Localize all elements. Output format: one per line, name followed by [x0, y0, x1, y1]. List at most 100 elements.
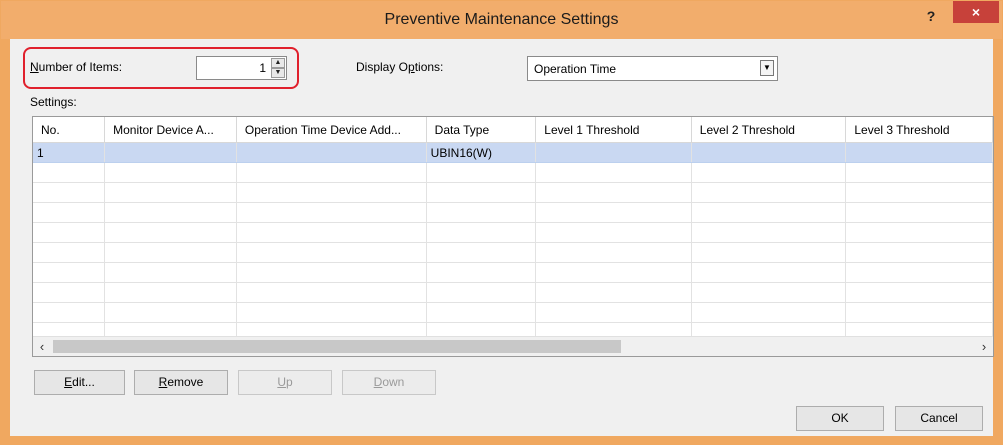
close-button[interactable]: × [953, 1, 999, 23]
column-header[interactable]: No. [33, 117, 106, 143]
table-cell[interactable] [104, 182, 237, 203]
table-cell[interactable] [104, 282, 237, 303]
table-cell[interactable] [426, 262, 537, 283]
number-of-items-value[interactable]: 1 [259, 61, 266, 75]
table-cell[interactable] [535, 262, 692, 283]
table-cell[interactable] [535, 182, 692, 203]
table-cell[interactable] [691, 202, 847, 223]
table-cell[interactable] [426, 182, 537, 203]
table-cell[interactable] [236, 302, 427, 323]
table-cell[interactable] [33, 282, 106, 303]
table-cell[interactable] [535, 142, 692, 163]
table-cell[interactable] [845, 262, 993, 283]
table-cell[interactable] [535, 162, 692, 183]
table-cell[interactable] [104, 302, 237, 323]
table-cell[interactable] [426, 222, 537, 243]
table-cell[interactable] [104, 202, 237, 223]
table-cell[interactable] [845, 222, 993, 243]
table-cell[interactable]: 1 [33, 142, 106, 163]
number-of-items-spinner[interactable]: 1 ▲ ▼ [196, 56, 287, 80]
title-bar[interactable]: Preventive Maintenance Settings ? × [1, 1, 1002, 39]
table-cell[interactable] [236, 282, 427, 303]
table-cell[interactable] [426, 282, 537, 303]
table-row[interactable] [33, 262, 993, 283]
table-cell[interactable] [845, 142, 993, 163]
table-cell[interactable] [236, 262, 427, 283]
table-cell[interactable] [691, 282, 847, 303]
table-cell[interactable] [426, 202, 537, 223]
table-cell[interactable] [535, 222, 692, 243]
spinner-buttons: ▲ ▼ [271, 58, 285, 78]
table-row[interactable] [33, 182, 993, 203]
table-cell[interactable] [104, 242, 237, 263]
column-header[interactable]: Level 2 Threshold [691, 117, 847, 143]
table-cell[interactable] [691, 182, 847, 203]
scrollbar-thumb[interactable] [53, 340, 621, 353]
settings-grid[interactable]: No. Monitor Device A... Operation Time D… [32, 116, 994, 357]
ok-button[interactable]: OK [796, 406, 884, 431]
scroll-right-icon[interactable]: › [975, 337, 993, 356]
dropdown-arrow-icon[interactable]: ▼ [760, 60, 774, 76]
table-cell[interactable] [691, 142, 847, 163]
scroll-left-icon[interactable]: ‹ [33, 337, 51, 356]
table-cell[interactable] [845, 282, 993, 303]
table-cell[interactable] [845, 182, 993, 203]
table-row[interactable] [33, 222, 993, 243]
table-cell[interactable] [33, 242, 106, 263]
table-cell[interactable] [535, 202, 692, 223]
spinner-down-arrow-icon[interactable]: ▼ [271, 68, 285, 78]
table-cell[interactable] [236, 202, 427, 223]
table-cell[interactable] [236, 182, 427, 203]
table-row[interactable] [33, 302, 993, 323]
table-cell[interactable] [426, 302, 537, 323]
remove-button[interactable]: Remove [134, 370, 228, 395]
horizontal-scrollbar[interactable]: ‹ › [33, 336, 993, 356]
table-cell[interactable] [845, 162, 993, 183]
table-cell[interactable] [33, 222, 106, 243]
table-cell[interactable] [845, 242, 993, 263]
table-cell[interactable]: UBIN16(W) [426, 142, 537, 163]
column-header[interactable]: Level 3 Threshold [845, 117, 993, 143]
table-cell[interactable] [691, 242, 847, 263]
table-row[interactable]: 1 UBIN16(W) [33, 142, 993, 163]
table-cell[interactable] [691, 302, 847, 323]
table-cell[interactable] [845, 202, 993, 223]
table-cell[interactable] [104, 162, 237, 183]
table-cell[interactable] [426, 162, 537, 183]
table-row[interactable] [33, 162, 993, 183]
display-options-select[interactable]: Operation Time ▼ [527, 56, 778, 81]
table-cell[interactable] [33, 182, 106, 203]
table-row[interactable] [33, 242, 993, 263]
table-cell[interactable] [236, 242, 427, 263]
table-row[interactable] [33, 202, 993, 223]
table-cell[interactable] [691, 262, 847, 283]
table-cell[interactable] [535, 282, 692, 303]
table-cell[interactable] [426, 242, 537, 263]
up-button[interactable]: Up [238, 370, 332, 395]
table-cell[interactable] [691, 162, 847, 183]
cancel-button[interactable]: Cancel [895, 406, 983, 431]
table-cell[interactable] [236, 162, 427, 183]
column-header[interactable]: Monitor Device A... [104, 117, 237, 143]
table-cell[interactable] [104, 222, 237, 243]
column-header[interactable]: Level 1 Threshold [535, 117, 692, 143]
edit-button[interactable]: Edit... [34, 370, 125, 395]
column-header[interactable]: Data Type [426, 117, 537, 143]
help-button[interactable]: ? [918, 5, 944, 27]
table-cell[interactable] [535, 242, 692, 263]
table-cell[interactable] [691, 222, 847, 243]
table-cell[interactable] [845, 302, 993, 323]
table-cell[interactable] [104, 142, 237, 163]
table-cell[interactable] [33, 162, 106, 183]
table-cell[interactable] [33, 262, 106, 283]
table-cell[interactable] [236, 142, 427, 163]
column-header[interactable]: Operation Time Device Add... [236, 117, 427, 143]
table-cell[interactable] [535, 302, 692, 323]
table-cell[interactable] [33, 302, 106, 323]
spinner-up-arrow-icon[interactable]: ▲ [271, 58, 285, 68]
table-cell[interactable] [236, 222, 427, 243]
table-cell[interactable] [104, 262, 237, 283]
down-button[interactable]: Down [342, 370, 436, 395]
table-row[interactable] [33, 282, 993, 303]
table-cell[interactable] [33, 202, 106, 223]
